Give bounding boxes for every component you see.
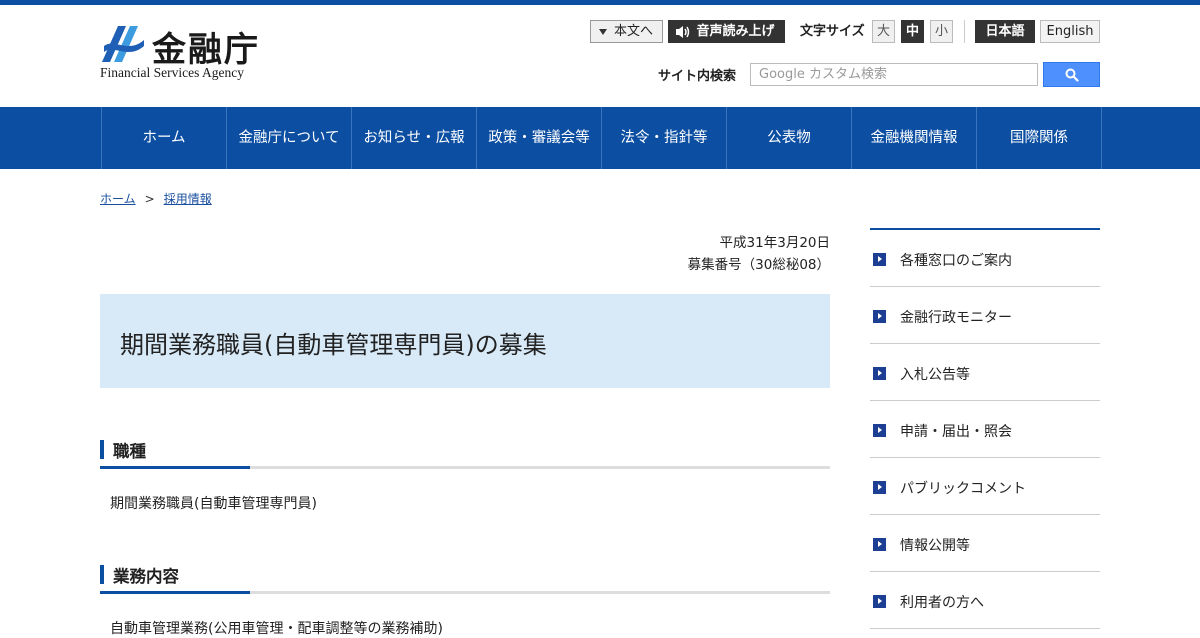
publish-date: 平成31年3月20日 [719,235,830,251]
breadcrumb-home-link[interactable]: ホーム [100,192,136,206]
font-size-small-button[interactable]: 小 [930,20,953,43]
language-english-button[interactable]: English [1040,20,1100,43]
breadcrumb: ホーム > 採用情報 [100,190,212,207]
language-japanese-button[interactable]: 日本語 [975,20,1035,43]
recruitment-number: 募集番号（30総秘08） [687,257,830,273]
nav-item-international[interactable]: 国際関係 [976,107,1102,169]
nav-item-laws[interactable]: 法令・指針等 [601,107,726,169]
nav-item-publications[interactable]: 公表物 [726,107,851,169]
nav-item-institutions[interactable]: 金融機関情報 [851,107,976,169]
skip-to-content-button[interactable]: 本文へ [590,20,663,43]
section-body-duties: 自動車管理業務(公用車管理・配車調整等の業務補助) [110,621,443,637]
sidebar-menu: 各種窓口のご案内 金融行政モニター 入札公告等 申請・届出・照会 パブリックコメ… [870,228,1100,629]
arrow-right-icon [873,481,886,494]
voice-label: 音声読み上げ [696,24,775,39]
sidebar-item-public-comment[interactable]: パブリックコメント [870,458,1100,515]
arrow-right-icon [873,424,886,437]
section-heading-duties: 業務内容 [100,559,830,594]
sidebar-item-contact[interactable]: 各種窓口のご案内 [870,230,1100,287]
search-input[interactable]: Google カスタム検索 [750,63,1038,86]
triangle-down-icon [599,29,607,35]
global-nav: ホーム 金融庁について お知らせ・広報 政策・審議会等 法令・指針等 公表物 金… [0,107,1200,169]
sidebar-item-bidding[interactable]: 入札公告等 [870,344,1100,401]
divider [964,20,965,43]
sidebar-item-label: 各種窓口のご案内 [900,253,1012,269]
sidebar-item-label: 入札公告等 [900,367,970,383]
logo-mark-icon [102,26,144,62]
nav-item-news[interactable]: お知らせ・広報 [351,107,476,169]
section-heading-job-type: 職種 [100,434,830,469]
section-heading-text: 職種 [113,442,146,461]
arrow-right-icon [873,595,886,608]
heading-underline-accent [100,591,250,594]
sidebar-item-label: 金融行政モニター [900,310,1012,326]
arrow-right-icon [873,538,886,551]
sidebar-item-label: 情報公開等 [900,538,970,554]
top-accent-line [0,0,1200,5]
font-size-large-button[interactable]: 大 [872,20,895,43]
sidebar-item-label: 利用者の方へ [900,595,984,611]
arrow-right-icon [873,310,886,323]
section-heading-text: 業務内容 [113,567,179,586]
heading-bar [100,565,104,584]
arrow-right-icon [873,253,886,266]
sidebar-item-disclosure[interactable]: 情報公開等 [870,515,1100,572]
heading-underline-accent [100,466,250,469]
site-search-label: サイト内検索 [658,69,737,84]
sidebar-item-users[interactable]: 利用者の方へ [870,572,1100,629]
sidebar-item-applications[interactable]: 申請・届出・照会 [870,401,1100,458]
sidebar-item-monitor[interactable]: 金融行政モニター [870,287,1100,344]
speaker-icon [676,26,690,38]
page-title-box: 期間業務職員(自動車管理専門員)の募集 [100,294,830,388]
sidebar-item-label: 申請・届出・照会 [900,424,1012,440]
page-title: 期間業務職員(自動車管理専門員)の募集 [120,331,547,359]
nav-item-home[interactable]: ホーム [101,107,226,169]
breadcrumb-separator: > [144,192,155,206]
nav-item-policy[interactable]: 政策・審議会等 [476,107,601,169]
logo-title: 金融庁 [152,30,260,70]
logo-subtitle: Financial Services Agency [100,65,244,80]
search-button[interactable] [1043,62,1100,87]
heading-bar [100,440,104,459]
arrow-right-icon [873,367,886,380]
site-logo[interactable]: 金融庁 Financial Services Agency [100,24,270,84]
search-icon [1065,68,1079,82]
font-size-label: 文字サイズ [800,24,865,39]
skip-label: 本文へ [613,24,653,39]
nav-item-about[interactable]: 金融庁について [226,107,351,169]
section-body-job-type: 期間業務職員(自動車管理専門員) [110,496,317,512]
breadcrumb-current-link[interactable]: 採用情報 [164,192,212,206]
voice-reading-button[interactable]: 音声読み上げ [668,20,785,43]
sidebar-item-label: パブリックコメント [900,481,1026,497]
font-size-medium-button[interactable]: 中 [901,20,924,43]
